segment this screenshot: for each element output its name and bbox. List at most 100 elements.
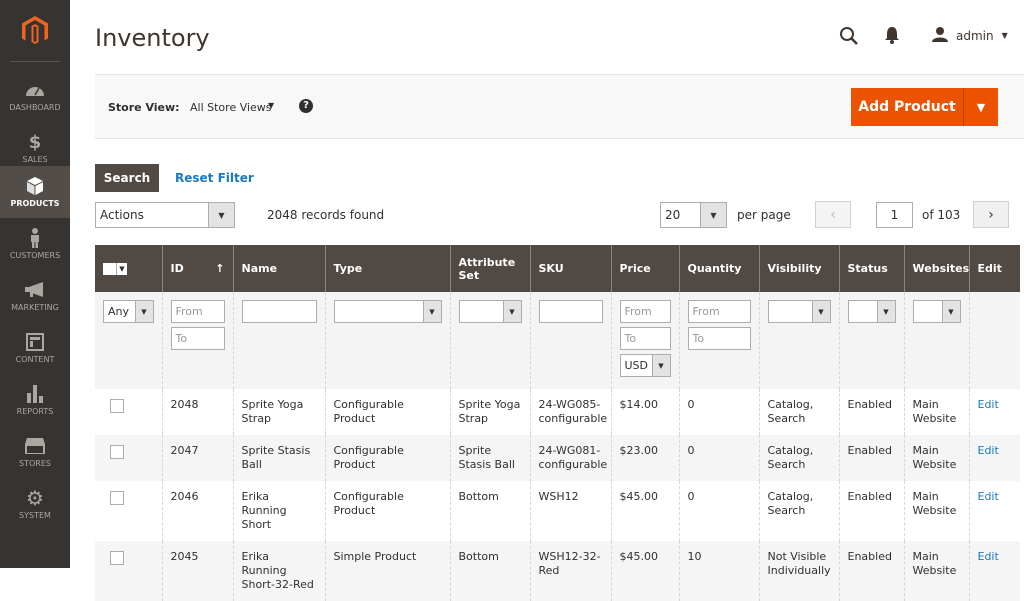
price-from-input[interactable]: From <box>619 300 671 323</box>
id-to-input[interactable]: To <box>170 327 225 350</box>
cell-id: 2048 <box>161 389 233 435</box>
help-icon[interactable]: ? <box>299 99 313 113</box>
actions-select-value: Actions <box>100 208 144 222</box>
cell-attribute-set: Sprite Yoga Strap <box>449 389 530 435</box>
search-button[interactable]: Search <box>95 164 159 192</box>
row-checkbox[interactable] <box>110 491 124 505</box>
chevron-down-icon: ▼ <box>502 301 521 322</box>
quantity-to-input[interactable]: To <box>687 327 751 350</box>
column-header-status[interactable]: Status <box>838 245 904 292</box>
cell-visibility: Catalog, Search <box>758 435 839 481</box>
cell-attribute-set: Sprite Stasis Ball <box>449 435 530 481</box>
edit-link[interactable]: Edit <box>978 550 999 563</box>
column-header-visibility[interactable]: Visibility <box>758 245 839 292</box>
main-content: Inventory admin ▼ Store View: All Store … <box>70 0 1024 601</box>
row-checkbox[interactable] <box>110 445 124 459</box>
reset-filter-link[interactable]: Reset Filter <box>175 171 254 185</box>
price-to-input[interactable]: To <box>619 327 671 350</box>
name-filter-input[interactable] <box>241 300 317 323</box>
actions-select[interactable]: Actions ▼ <box>95 202 235 228</box>
cell-status: Enabled <box>838 541 904 601</box>
mass-select-header[interactable]: ▼ <box>95 245 162 292</box>
sidebar-item-content[interactable]: Content <box>0 322 70 374</box>
cell-id: 2046 <box>161 481 233 541</box>
column-header-quantity[interactable]: Quantity <box>678 245 759 292</box>
cell-name: Sprite Stasis Ball <box>232 435 325 481</box>
bar-chart-icon <box>27 384 43 404</box>
previous-page-button[interactable]: ‹ <box>815 201 851 228</box>
next-page-button[interactable]: › <box>973 201 1009 228</box>
add-product-label[interactable]: Add Product <box>851 88 964 126</box>
sidebar-item-stores[interactable]: Stores <box>0 426 70 478</box>
grid-header-row: ▼ ID ↑ Name Type Attribute Set SKU Price … <box>95 245 1020 292</box>
megaphone-icon <box>25 280 45 300</box>
magento-logo[interactable] <box>10 0 60 62</box>
cell-sku: 24-WG081-configurable <box>529 435 611 481</box>
bell-icon[interactable] <box>885 26 899 47</box>
cell-sku: WSH12-32-Red <box>529 541 611 601</box>
search-icon[interactable] <box>839 26 859 49</box>
sidebar-item-products[interactable]: Products <box>0 166 70 218</box>
mass-select-filter[interactable]: Any ▼ <box>103 300 154 323</box>
edit-link[interactable]: Edit <box>978 490 999 503</box>
store-view-switcher[interactable]: All Store Views <box>190 101 272 114</box>
currency-select[interactable]: USD ▼ <box>619 354 671 377</box>
sidebar-item-system[interactable]: ⚙ System <box>0 478 70 530</box>
cell-type: Simple Product <box>324 541 450 601</box>
column-header-id[interactable]: ID ↑ <box>161 245 233 292</box>
id-from-input[interactable]: From <box>170 300 225 323</box>
cell-id: 2047 <box>161 435 233 481</box>
cell-attribute-set: Bottom <box>449 481 530 541</box>
page-title: Inventory <box>95 24 210 52</box>
column-header-name[interactable]: Name <box>232 245 325 292</box>
add-product-button[interactable]: Add Product ▼ <box>851 88 998 126</box>
sidebar-item-label: Content <box>15 355 55 364</box>
admin-user-menu[interactable]: admin ▼ <box>932 26 1008 45</box>
sidebar-item-customers[interactable]: Customers <box>0 218 70 270</box>
websites-filter-select[interactable]: ▼ <box>912 300 961 323</box>
column-header-websites[interactable]: Websites <box>903 245 969 292</box>
select-all-checkbox[interactable] <box>103 262 116 275</box>
add-product-dropdown-toggle[interactable]: ▼ <box>964 88 998 126</box>
cell-type: Configurable Product <box>324 481 450 541</box>
status-filter-select[interactable]: ▼ <box>847 300 896 323</box>
column-header-price[interactable]: Price <box>610 245 679 292</box>
sidebar-item-marketing[interactable]: Marketing <box>0 270 70 322</box>
cell-price: $14.00 <box>610 389 679 435</box>
cell-status: Enabled <box>838 389 904 435</box>
sidebar-item-dashboard[interactable]: Dashboard <box>0 70 70 122</box>
magento-logo-icon <box>22 15 48 44</box>
per-page-label: per page <box>737 208 791 222</box>
column-header-sku[interactable]: SKU <box>529 245 611 292</box>
sidebar-item-label: Marketing <box>11 303 59 312</box>
sidebar-item-label: Products <box>10 199 60 208</box>
cell-attribute-set: Bottom <box>449 541 530 601</box>
cell-quantity: 0 <box>678 481 759 541</box>
column-header-type[interactable]: Type <box>324 245 450 292</box>
chevron-down-icon[interactable]: ▼ <box>268 101 274 110</box>
person-icon <box>30 228 40 248</box>
row-checkbox[interactable] <box>110 551 124 565</box>
column-header-attribute-set[interactable]: Attribute Set <box>449 245 530 292</box>
filter-row: Any▼ From To ▼ ▼ From To USD▼ From To <box>95 292 1020 389</box>
sidebar-item-label: Stores <box>19 459 51 468</box>
attribute-set-filter-select[interactable]: ▼ <box>458 300 522 323</box>
edit-link[interactable]: Edit <box>978 398 999 411</box>
edit-link[interactable]: Edit <box>978 444 999 457</box>
cell-websites: Main Website <box>903 481 969 541</box>
visibility-filter-select[interactable]: ▼ <box>767 300 831 323</box>
sidebar-item-reports[interactable]: Reports <box>0 374 70 426</box>
chevron-down-icon[interactable]: ▼ <box>116 262 127 275</box>
cell-name: Erika Running Short <box>232 481 325 541</box>
gear-icon: ⚙ <box>26 486 44 510</box>
chevron-down-icon: ▼ <box>422 301 441 322</box>
cell-visibility: Catalog, Search <box>758 389 839 435</box>
table-row: 2048 Sprite Yoga Strap Configurable Prod… <box>95 389 1020 435</box>
type-filter-select[interactable]: ▼ <box>333 300 442 323</box>
row-checkbox[interactable] <box>110 399 124 413</box>
per-page-select[interactable]: 20 ▼ <box>660 202 727 228</box>
page-number-input[interactable]: 1 <box>876 202 913 228</box>
table-row: 2047 Sprite Stasis Ball Configurable Pro… <box>95 435 1020 481</box>
quantity-from-input[interactable]: From <box>687 300 751 323</box>
sku-filter-input[interactable] <box>538 300 603 323</box>
